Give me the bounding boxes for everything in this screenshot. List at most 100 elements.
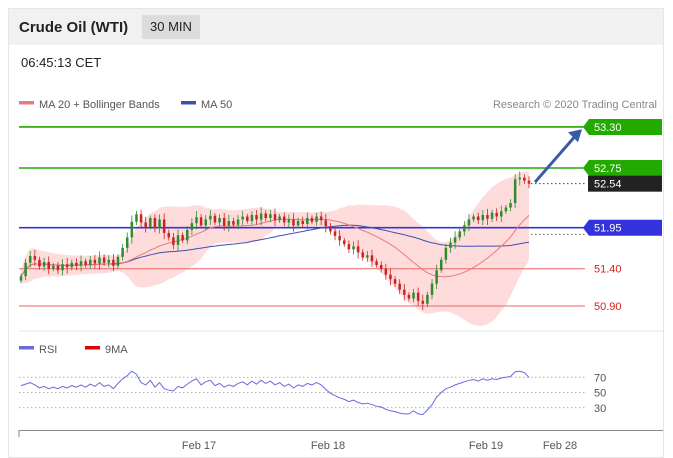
- candle-body: [426, 294, 429, 304]
- rsi-tick-label: 50: [594, 388, 606, 400]
- candle-body: [158, 219, 161, 229]
- candle-body: [89, 259, 92, 266]
- candle-body: [162, 219, 166, 233]
- candle-body: [476, 216, 480, 221]
- candle-body: [481, 215, 485, 221]
- candle-body: [361, 252, 365, 258]
- candle-body: [287, 219, 291, 223]
- candle-body: [370, 255, 374, 262]
- candle-body: [453, 237, 457, 243]
- candle-body: [384, 268, 388, 275]
- candle-body: [444, 247, 448, 260]
- candle-body: [125, 237, 129, 248]
- candle-body: [38, 259, 41, 267]
- candle-body: [24, 262, 27, 277]
- candle-body: [518, 177, 522, 180]
- candle-body: [458, 231, 461, 238]
- candle-body: [28, 256, 32, 263]
- ma20-legend-swatch: [19, 101, 34, 105]
- level-label-52.75: 52.75: [594, 163, 622, 175]
- candle-body: [490, 212, 494, 219]
- candle-body: [250, 215, 254, 221]
- candle-body: [375, 261, 378, 266]
- candle-body: [296, 220, 300, 226]
- candle-body: [33, 256, 37, 260]
- candle-body: [366, 255, 369, 258]
- candle-body: [430, 283, 434, 295]
- bollinger-band-area: [21, 171, 529, 326]
- ma9-legend-swatch: [85, 346, 100, 350]
- candle-body: [495, 212, 498, 217]
- candle-body: [61, 264, 64, 271]
- candle-body: [56, 265, 60, 271]
- candle-body: [130, 221, 134, 238]
- level-label-50.90: 50.90: [594, 301, 622, 313]
- candle-body: [500, 211, 503, 217]
- candle-body: [379, 265, 383, 269]
- candle-body: [315, 216, 318, 222]
- price-level-labels: 53.30 52.75 52.54 51.95 51.40 50.90: [583, 118, 662, 313]
- candle-body: [121, 247, 124, 257]
- candle-body: [246, 216, 249, 221]
- candle-body: [439, 259, 443, 271]
- candle-body: [282, 216, 286, 223]
- candle-body: [504, 207, 508, 212]
- credit-text: Research © 2020 Trading Central: [493, 99, 657, 111]
- candle-body: [398, 283, 401, 290]
- last-price-label: 52.54: [594, 179, 622, 191]
- x-tick-label: Feb 19: [469, 440, 503, 452]
- candle-body: [167, 232, 171, 238]
- candle-body: [139, 214, 143, 223]
- bollinger-band: [21, 171, 529, 326]
- candle-body: [472, 216, 475, 220]
- candle-body: [513, 179, 517, 204]
- chart-card: Crude Oil (WTI) 30 MIN 06:45:13 CET MA 2…: [8, 8, 664, 458]
- candle-body: [269, 214, 272, 218]
- candle-body: [301, 220, 304, 224]
- candle-body: [259, 213, 263, 220]
- candle-body: [319, 216, 323, 221]
- candle-body: [190, 223, 194, 230]
- candle-body: [412, 292, 415, 299]
- candle-body: [93, 259, 97, 264]
- candle-body: [102, 257, 106, 263]
- candle-body: [356, 246, 360, 253]
- candle-body: [149, 218, 152, 227]
- candle-body: [255, 215, 258, 220]
- candle-body: [403, 289, 406, 295]
- candle-body: [79, 261, 83, 266]
- candle-body: [144, 222, 147, 227]
- candle-body: [75, 262, 78, 266]
- rsi-panel: 70 50 30: [19, 370, 606, 416]
- arrow-shaft: [533, 134, 578, 184]
- candle-body: [523, 177, 526, 181]
- candle-body: [347, 244, 351, 250]
- candle-body: [204, 219, 207, 226]
- ma20-legend-label: MA 20 + Bollinger Bands: [39, 99, 160, 111]
- candle-body: [273, 214, 277, 221]
- candle-body: [509, 203, 512, 208]
- candle-body: [527, 180, 531, 184]
- candle-body: [70, 262, 74, 268]
- rsi-tick-label: 30: [594, 403, 606, 415]
- candle-body: [213, 215, 217, 223]
- candle-body: [65, 264, 69, 268]
- candle-body: [306, 218, 309, 224]
- projection-arrow: [533, 129, 582, 184]
- candle-body: [416, 292, 420, 301]
- candle-body: [227, 220, 231, 226]
- x-tick-label: Feb 28: [543, 440, 577, 452]
- candle-body: [393, 279, 397, 284]
- candle-body: [232, 220, 235, 225]
- ma9-legend-label: 9MA: [105, 344, 128, 356]
- candle-body: [486, 215, 489, 219]
- candle-body: [176, 235, 180, 245]
- candle-body: [389, 274, 392, 280]
- candle-body: [107, 259, 111, 263]
- candle-body: [236, 219, 240, 225]
- candle-body: [153, 218, 157, 229]
- candle-body: [421, 300, 425, 304]
- rsi-legend-label: RSI: [39, 344, 57, 356]
- candle-body: [185, 229, 189, 241]
- rsi-legend-swatch: [19, 346, 34, 350]
